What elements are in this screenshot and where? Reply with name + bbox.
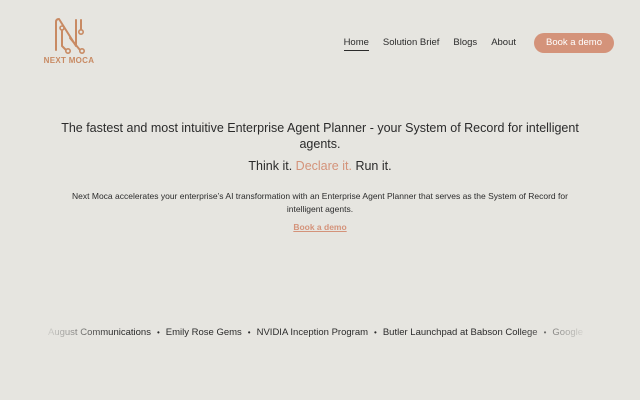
partner-item: August Communications bbox=[48, 327, 151, 338]
nav-home[interactable]: Home bbox=[343, 36, 369, 51]
circuit-n-icon bbox=[55, 18, 85, 54]
tagline-run: Run it. bbox=[355, 159, 392, 173]
bullet-separator: • bbox=[374, 328, 377, 337]
nav-solution-brief[interactable]: Solution Brief bbox=[383, 36, 440, 50]
nav-blogs[interactable]: Blogs bbox=[453, 36, 477, 50]
partner-item: Google bbox=[552, 327, 584, 338]
hero-tagline: Think it. Declare it. Run it. bbox=[60, 158, 580, 174]
partners-track: August Communications • Emily Rose Gems … bbox=[48, 324, 583, 342]
hero-description: Next Moca accelerates your enterprise’s … bbox=[72, 191, 568, 214]
bullet-separator: • bbox=[247, 328, 251, 337]
marquee-mask-right bbox=[584, 324, 640, 342]
tagline-think: Think it. bbox=[248, 159, 293, 173]
tagline-declare: Declare it. bbox=[295, 159, 352, 173]
nav-about[interactable]: About bbox=[491, 36, 516, 50]
main-nav: Home Solution Brief Blogs About Book a d… bbox=[343, 33, 614, 53]
book-demo-button[interactable]: Book a demo bbox=[534, 33, 614, 53]
brand-logo[interactable]: NEXT MOCA bbox=[38, 16, 100, 70]
site-header: NEXT MOCA Home Solution Brief Blogs Abou… bbox=[0, 0, 640, 80]
hero-book-demo-link[interactable]: Book a demo bbox=[293, 222, 346, 232]
partner-item: Butler Launchpad at Babson College bbox=[382, 327, 538, 338]
partners-marquee: August Communications • Emily Rose Gems … bbox=[0, 324, 640, 342]
bullet-separator: • bbox=[156, 328, 160, 337]
hero-section: The fastest and most intuitive Enterpris… bbox=[60, 120, 580, 235]
bullet-separator: • bbox=[543, 328, 547, 337]
brand-name: NEXT MOCA bbox=[43, 56, 95, 65]
partner-item: NVIDIA Inception Program bbox=[256, 327, 369, 338]
marquee-mask-left bbox=[0, 324, 48, 342]
hero-headline: The fastest and most intuitive Enterpris… bbox=[61, 121, 579, 151]
partner-item: Emily Rose Gems bbox=[165, 327, 242, 338]
